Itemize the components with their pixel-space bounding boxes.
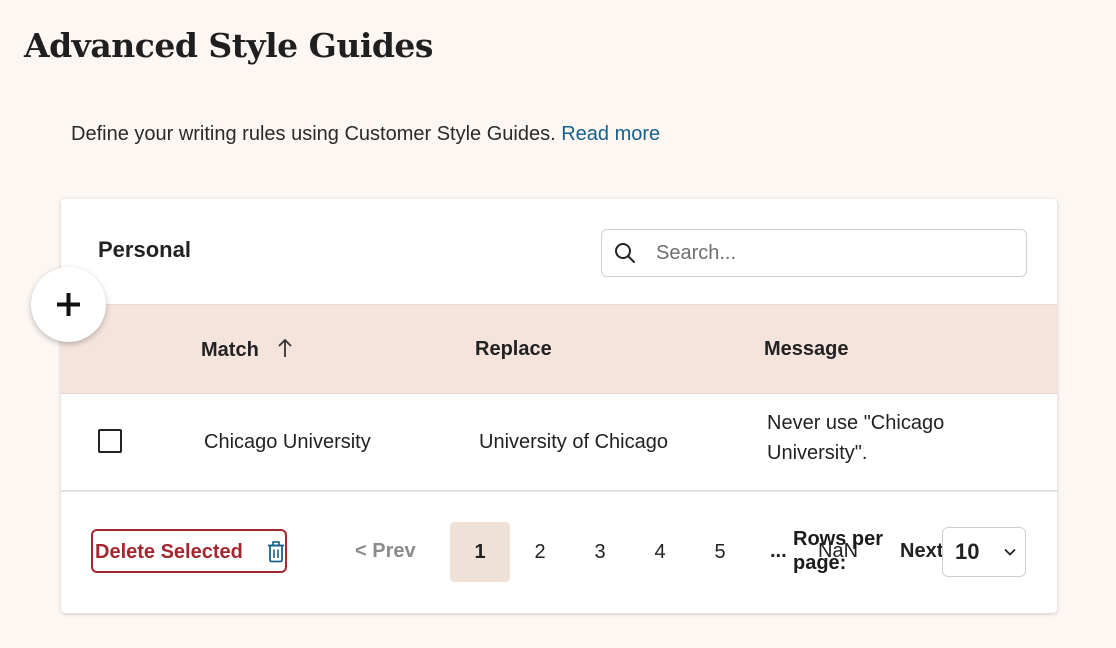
read-more-link[interactable]: Read more [561, 123, 660, 145]
rows-per-page-value: 10 [955, 539, 980, 564]
cell-match: Chicago University [204, 431, 371, 453]
rows-per-page-select[interactable]: 10 [942, 527, 1026, 577]
cell-replace: University of Chicago [479, 431, 668, 453]
trash-icon [268, 541, 284, 563]
search-icon [615, 243, 635, 263]
delete-selected-label: Delete Selected [95, 541, 243, 563]
page-button-2[interactable]: 2 [510, 522, 570, 582]
cell-message: Never use "Chicago University". [767, 412, 945, 464]
column-header-match-label: Match [201, 339, 259, 361]
column-header-replace: Replace [475, 338, 552, 360]
delete-selected-button[interactable]: Delete Selected [91, 529, 287, 573]
style-guide-card: Personal Match Replace Message [61, 199, 1057, 613]
intro-paragraph: Define your writing rules using Customer… [71, 121, 660, 147]
row-checkbox[interactable] [98, 429, 122, 453]
section-title: Personal [98, 237, 191, 262]
search-box[interactable] [601, 229, 1027, 277]
intro-text: Define your writing rules using Customer… [71, 123, 556, 145]
arrow-up-icon [278, 338, 292, 357]
plus-icon [57, 293, 80, 316]
page: Advanced Style Guides Define your writin… [0, 0, 1116, 648]
search-input[interactable] [654, 230, 1018, 276]
page-title: Advanced Style Guides [24, 26, 434, 65]
table-footer: Delete Selected < Prev 1 2 3 4 5 ... NaN… [61, 492, 1057, 613]
page-button-3[interactable]: 3 [570, 522, 630, 582]
table-row: Chicago University University of Chicago… [61, 394, 1057, 492]
page-button-5[interactable]: 5 [690, 522, 750, 582]
card-header: Personal [61, 199, 1057, 304]
column-header-message: Message [764, 338, 849, 360]
rows-per-page-label: Rows per page: [793, 528, 884, 574]
chevron-down-icon [1004, 548, 1016, 556]
add-rule-button[interactable] [31, 267, 106, 342]
page-ellipsis: ... [770, 540, 787, 562]
page-button-4[interactable]: 4 [630, 522, 690, 582]
page-button-1[interactable]: 1 [450, 522, 510, 582]
next-page-button[interactable]: Next [900, 539, 944, 563]
prev-page-button[interactable]: < Prev [355, 539, 416, 563]
column-header-match[interactable]: Match [201, 337, 294, 362]
table-header: Match Replace Message [61, 304, 1057, 394]
